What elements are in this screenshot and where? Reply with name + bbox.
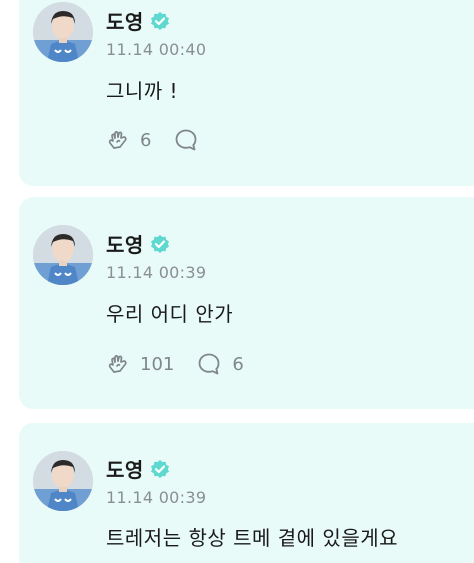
post-message: 그니까 !: [106, 79, 179, 103]
like-count: 6: [140, 129, 152, 151]
post-card[interactable]: 도영 11.14 00:40 그니까 ! 6: [19, 0, 474, 186]
author-name: 도영: [106, 10, 144, 34]
reply-button[interactable]: 6: [196, 351, 244, 377]
author-row: 도영: [106, 229, 170, 258]
verified-badge-icon: [150, 234, 170, 254]
post-timestamp: 11.14 00:40: [106, 40, 207, 59]
author-row: 도영: [106, 6, 170, 35]
avatar[interactable]: [33, 2, 93, 62]
speech-bubble-icon: [196, 351, 222, 377]
reply-button[interactable]: [173, 127, 209, 153]
verified-badge-icon: [150, 11, 170, 31]
author-name: 도영: [106, 458, 144, 482]
verified-badge-icon: [150, 459, 170, 479]
post-timestamp: 11.14 00:39: [106, 263, 207, 282]
post-actions: 6: [106, 126, 231, 154]
author-row: 도영: [106, 454, 170, 483]
speech-bubble-icon: [173, 127, 199, 153]
post-message: 트레저는 항상 트메 곁에 있을게요: [106, 526, 399, 550]
avatar[interactable]: [33, 451, 93, 511]
post-actions: 101 6: [106, 350, 266, 378]
post-card[interactable]: 도영 11.14 00:39 우리 어디 안가 101 6: [19, 197, 474, 409]
like-button[interactable]: 101: [106, 352, 174, 376]
post-timestamp: 11.14 00:39: [106, 488, 207, 507]
like-button[interactable]: 6: [106, 128, 151, 152]
avatar[interactable]: [33, 225, 93, 285]
author-name: 도영: [106, 233, 144, 257]
heart-hands-icon: [106, 352, 130, 376]
heart-hands-icon: [106, 128, 130, 152]
like-count: 101: [140, 353, 175, 375]
message-feed: 도영 11.14 00:40 그니까 ! 6 도영 11.14 00:39 우리…: [0, 0, 474, 563]
post-message: 우리 어디 안가: [106, 302, 234, 326]
post-card[interactable]: 도영 11.14 00:39 트레저는 항상 트메 곁에 있을게요: [19, 423, 474, 563]
reply-count: 6: [232, 353, 244, 375]
